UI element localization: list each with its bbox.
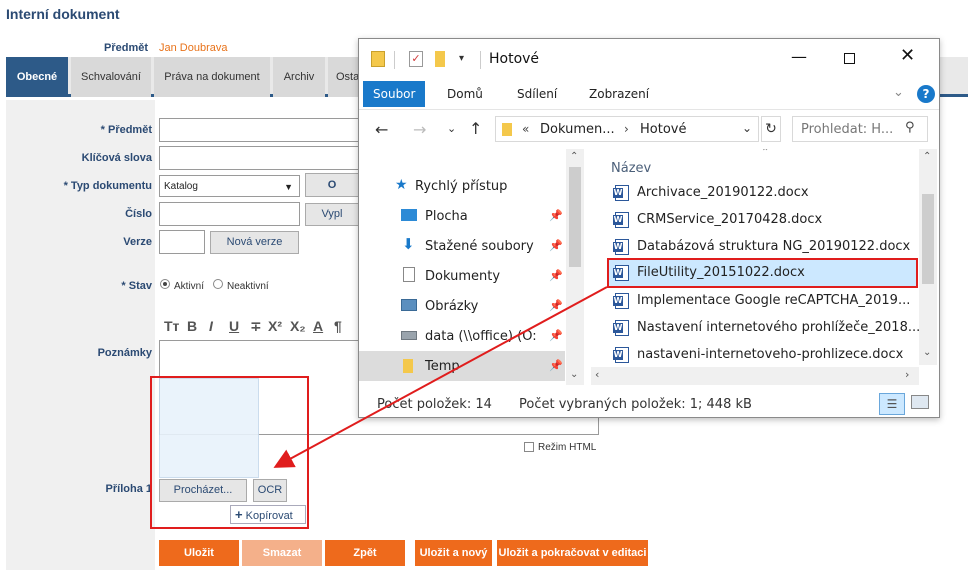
drag-arrow — [273, 286, 608, 468]
drag-arrow-line — [273, 286, 608, 468]
